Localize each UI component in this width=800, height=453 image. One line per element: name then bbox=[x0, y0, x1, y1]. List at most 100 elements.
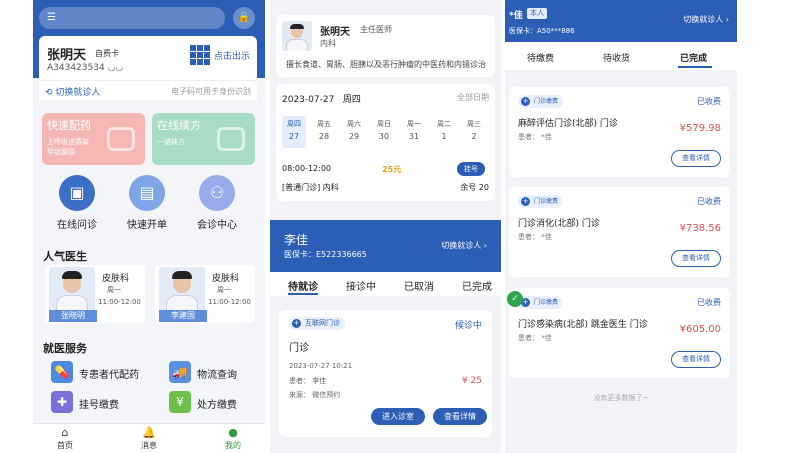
switch-row: ⟲ 切换就诊人 电子码可用于身份识别 bbox=[39, 80, 257, 100]
med-logistics[interactable]: 🚚 物流查询 bbox=[169, 361, 265, 385]
pill-icon: 💊 bbox=[51, 361, 73, 383]
group-icon: ⚇ bbox=[199, 175, 235, 211]
visit-tabs: 待就诊 接诊中 已取消 已完成 bbox=[270, 272, 501, 296]
check-icon: ✓ bbox=[507, 291, 523, 307]
ecode-hint: 电子码可用于身份识别 bbox=[171, 87, 251, 96]
doctor-title: 主任医师 bbox=[360, 25, 392, 34]
prescription-icon: ¥ bbox=[169, 391, 191, 413]
doctor-name: 李建国 bbox=[159, 310, 207, 322]
visit-title: 门诊 bbox=[289, 343, 309, 354]
day-item[interactable]: 周五 28 bbox=[312, 116, 336, 148]
slot-time: 08:00-12:00 bbox=[282, 164, 331, 173]
search-bar[interactable]: ☰ bbox=[39, 7, 225, 29]
doctor-specialty: 擅长食道、胃肠、胆胰以及恶行肿瘤的中医药和内镜诊治 bbox=[286, 60, 486, 69]
order-patient: 患者： *佳 bbox=[518, 133, 552, 141]
payment-orders-screen: *佳 本人 医保卡：A50***886 切换就诊人 › 待缴费 待收货 已完成 … bbox=[505, 0, 737, 453]
switch-patient-button[interactable]: 切换就诊人 › bbox=[441, 240, 487, 251]
order-title: 门诊感染病(北部) 跳金医生 门诊 bbox=[518, 320, 648, 330]
switch-user-icon: ⟲ bbox=[45, 88, 56, 98]
tab-waiting[interactable]: 待就诊 bbox=[288, 278, 318, 293]
service-label: 会诊中心 bbox=[197, 220, 237, 231]
tab-home[interactable]: ⌂ 首页 bbox=[45, 426, 85, 451]
tab-label: 首页 bbox=[57, 441, 73, 450]
patient-band: 李佳 医保卡：E522336665 切换就诊人 › bbox=[270, 220, 501, 272]
med-label: 挂号缴费 bbox=[79, 400, 119, 411]
doctor-card[interactable]: 李建国 皮肤科 周一 11:00-12:00 bbox=[155, 265, 255, 323]
switch-patient-button[interactable]: ⟲ 切换就诊人 bbox=[45, 85, 100, 98]
all-dates-link[interactable]: 全部日期 bbox=[457, 92, 489, 103]
plus-icon: + bbox=[521, 197, 530, 206]
promo-online-renew[interactable]: 在线续方 一键续方 bbox=[152, 113, 255, 165]
doctor-avatar bbox=[159, 267, 205, 313]
register-button[interactable]: 挂号 bbox=[457, 162, 485, 176]
order-badge: + 门诊缴费 bbox=[518, 195, 564, 208]
patient-name: 李佳 bbox=[284, 233, 309, 247]
home-icon: ⌂ bbox=[61, 426, 69, 439]
service-consultation-center[interactable]: ⚇ 会诊中心 bbox=[187, 175, 247, 231]
patient-name: 张明天 bbox=[47, 48, 87, 63]
eye-closed-icon[interactable]: ◡◡ bbox=[108, 63, 124, 73]
enter-room-button[interactable]: 进入诊室 bbox=[371, 408, 425, 425]
tab-completed[interactable]: 已完成 bbox=[462, 278, 492, 293]
med-label: 专患者代配药 bbox=[79, 370, 139, 381]
patient-tag: 自费卡 bbox=[95, 49, 119, 58]
doctor-dept: 皮肤科 bbox=[212, 274, 240, 284]
order-status: 已收费 bbox=[697, 197, 721, 206]
qr-code-icon[interactable] bbox=[190, 45, 210, 65]
pill-icon bbox=[107, 127, 135, 151]
no-more-data: 没有更多数据了~ bbox=[593, 394, 649, 402]
visit-card: + 互联网门诊 候诊中 门诊 2023-07-27 10:21 患者： 李佳 来源… bbox=[279, 310, 492, 437]
med-prescription-pay[interactable]: ¥ 处方缴费 bbox=[169, 391, 265, 415]
menu-icon[interactable]: ☰ bbox=[47, 12, 56, 23]
day-item[interactable]: 周一 31 bbox=[402, 116, 426, 148]
chevron-right-icon: › bbox=[725, 15, 729, 24]
tab-underline bbox=[678, 66, 712, 68]
doctor-time: 11:00-12:00 bbox=[98, 298, 141, 306]
bottom-tabbar: ⌂ 首页 🔔 消息 ● 我的 bbox=[33, 423, 265, 453]
tab-cancelled[interactable]: 已取消 bbox=[404, 278, 434, 293]
service-quick-order[interactable]: ▤ 快速开单 bbox=[117, 175, 177, 231]
tab-in-progress[interactable]: 接诊中 bbox=[346, 278, 376, 293]
med-proxy-medicine[interactable]: 💊 专患者代配药 bbox=[51, 361, 151, 385]
promo-quick-medicine[interactable]: 快速配药 上呼吸道感染 甲状腺感 bbox=[42, 113, 145, 165]
day-item[interactable]: 周四 27 bbox=[282, 116, 306, 148]
doctor-name: 张明天 bbox=[320, 27, 350, 38]
patient-card: 医保卡：E522336665 bbox=[284, 250, 367, 259]
order-price: ¥579.98 bbox=[679, 123, 721, 134]
order-patient: 患者： *佳 bbox=[518, 233, 552, 241]
switch-patient-button[interactable]: 切换就诊人 › bbox=[683, 14, 729, 25]
view-detail-button[interactable]: 查看详情 bbox=[671, 351, 721, 368]
day-item[interactable]: 周三 2 bbox=[462, 116, 486, 148]
doctor-time: 11:00-12:00 bbox=[208, 298, 251, 306]
day-item[interactable]: 周六 29 bbox=[342, 116, 366, 148]
tab-completed[interactable]: 已完成 bbox=[680, 51, 707, 64]
day-item[interactable]: 周日 30 bbox=[372, 116, 396, 148]
tab-awaiting-delivery[interactable]: 待收货 bbox=[603, 51, 630, 64]
visit-price: ¥ 25 bbox=[461, 376, 482, 386]
med-register-pay[interactable]: ✚ 挂号缴费 bbox=[51, 391, 151, 415]
order-price: ¥605.00 bbox=[679, 324, 721, 335]
order-tabs: 待缴费 待收货 已完成 bbox=[505, 42, 737, 70]
tab-messages[interactable]: 🔔 消息 bbox=[129, 426, 169, 451]
service-online-consult[interactable]: ▣ 在线问诊 bbox=[47, 175, 107, 231]
order-card: + 门诊缴费 已收费 门诊感染病(北部) 跳金医生 门诊 患者： *佳 ¥605.… bbox=[509, 288, 730, 378]
doctor-card[interactable]: 张晓明 皮肤科 周一 11:00-12:00 bbox=[45, 265, 145, 323]
promo-title: 在线续方 bbox=[157, 119, 201, 132]
tab-unpaid[interactable]: 待缴费 bbox=[527, 51, 554, 64]
day-item[interactable]: 周二 1 bbox=[432, 116, 456, 148]
order-status: 已收费 bbox=[697, 298, 721, 307]
qr-show-button[interactable]: 点击出示 bbox=[214, 49, 250, 62]
tab-label: 我的 bbox=[225, 441, 241, 450]
truck-icon: 🚚 bbox=[169, 361, 191, 383]
promo-subtitle: 一键续方 bbox=[157, 138, 185, 146]
order-patient: 患者： *佳 bbox=[518, 334, 552, 342]
doctor-dept: 皮肤科 bbox=[102, 274, 130, 284]
view-detail-button[interactable]: 查看详情 bbox=[433, 408, 487, 425]
lock-icon[interactable]: 🔒 bbox=[233, 7, 255, 29]
slot-price: 25元 bbox=[382, 165, 402, 174]
tab-mine[interactable]: ● 我的 bbox=[213, 426, 253, 451]
view-detail-button[interactable]: 查看详情 bbox=[671, 250, 721, 267]
plus-icon: + bbox=[292, 319, 301, 328]
view-detail-button[interactable]: 查看详情 bbox=[671, 150, 721, 167]
medical-services-title: 就医服务 bbox=[43, 342, 87, 355]
